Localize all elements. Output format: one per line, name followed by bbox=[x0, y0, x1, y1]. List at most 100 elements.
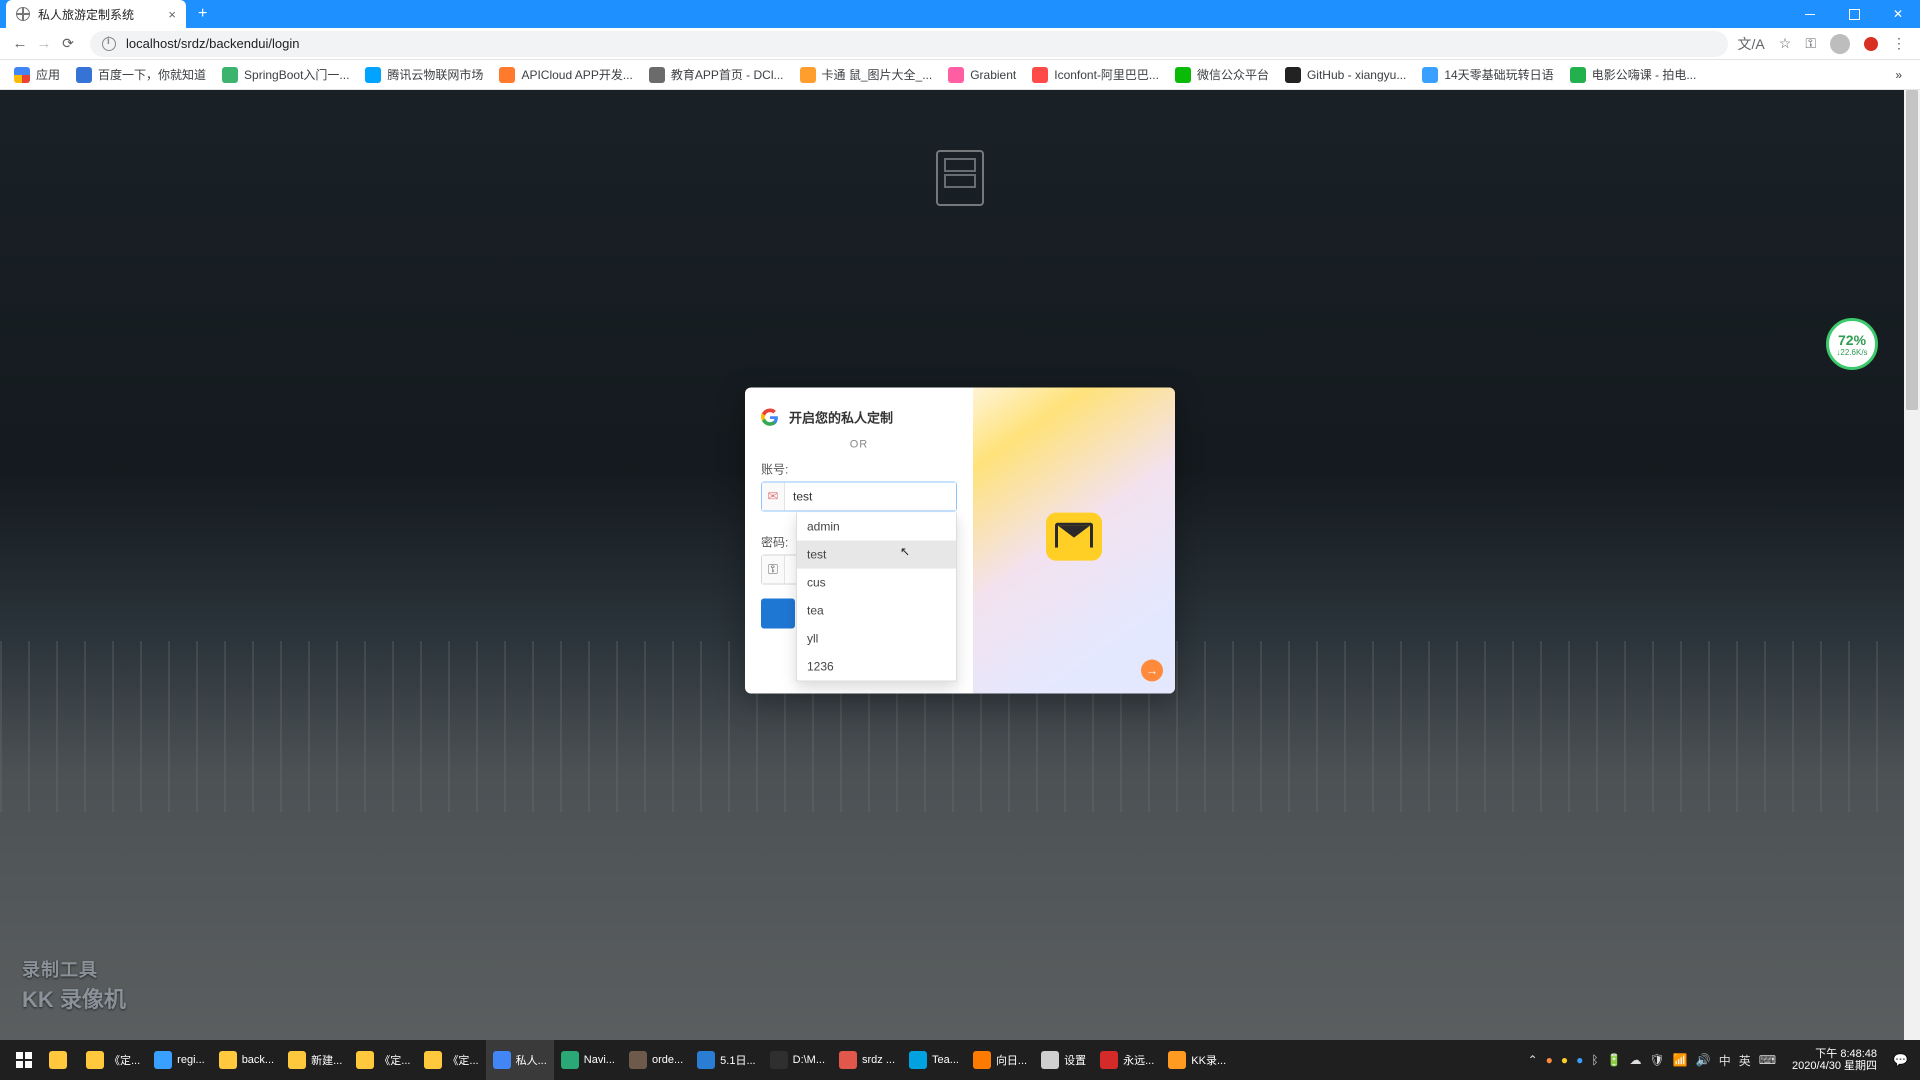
bookmark-label: 腾讯云物联网市场 bbox=[387, 66, 483, 83]
onedrive-icon[interactable]: ☁ bbox=[1630, 1053, 1642, 1067]
window-titlebar: 私人旅游定制系统 × + ✕ bbox=[0, 0, 1920, 28]
login-button[interactable] bbox=[761, 599, 795, 629]
autocomplete-option[interactable]: yll bbox=[797, 625, 956, 653]
url-field[interactable]: localhost/srdz/backendui/login bbox=[90, 31, 1728, 57]
password-key-icon[interactable]: ⚿ bbox=[1805, 35, 1816, 52]
taskbar-app-icon bbox=[1041, 1051, 1059, 1069]
taskbar-app-icon bbox=[839, 1051, 857, 1069]
taskbar-app-icon bbox=[49, 1051, 67, 1069]
taskbar-item[interactable]: 向日... bbox=[966, 1040, 1034, 1080]
bookmark-favicon bbox=[800, 67, 816, 83]
taskbar-app-icon bbox=[219, 1051, 237, 1069]
keyboard-icon[interactable]: ⌨ bbox=[1759, 1053, 1776, 1067]
taskbar-item[interactable] bbox=[42, 1040, 79, 1080]
ime-mode-icon[interactable]: 英 bbox=[1739, 1052, 1751, 1069]
bookmark-item[interactable]: GitHub - xiangyu... bbox=[1279, 66, 1412, 83]
autocomplete-option[interactable]: admin bbox=[797, 513, 956, 541]
taskbar-app-label: 《定... bbox=[447, 1052, 478, 1068]
brand-text: 开启您的私人定制 bbox=[789, 408, 893, 427]
taskbar-item[interactable]: 永远... bbox=[1093, 1040, 1161, 1080]
taskbar-app-label: srdz ... bbox=[862, 1054, 895, 1066]
maximize-button[interactable] bbox=[1832, 0, 1876, 28]
volume-icon[interactable]: 🔊 bbox=[1696, 1053, 1711, 1067]
start-button[interactable] bbox=[6, 1052, 42, 1068]
extension-icon[interactable] bbox=[1864, 37, 1878, 51]
bookmark-item[interactable]: 腾讯云物联网市场 bbox=[359, 66, 489, 83]
account-label: 账号: bbox=[761, 461, 957, 478]
bookmark-item[interactable]: 卡通 鼠_图片大全_... bbox=[794, 66, 939, 83]
watermark-line1: 录制工具 bbox=[22, 956, 126, 982]
taskbar-item[interactable]: 新建... bbox=[281, 1040, 349, 1080]
chrome-menu-icon[interactable]: ⋮ bbox=[1892, 35, 1906, 52]
taskbar-item[interactable]: KK录... bbox=[1161, 1040, 1233, 1080]
tray-icon[interactable]: ● bbox=[1561, 1053, 1568, 1067]
bookmark-item[interactable]: Grabient bbox=[942, 66, 1022, 83]
bookmark-item[interactable]: SpringBoot入门一... bbox=[216, 66, 355, 83]
tray-icon[interactable]: ⌃ bbox=[1528, 1053, 1538, 1067]
reload-button[interactable]: ⟳ bbox=[56, 35, 80, 52]
bookmark-item[interactable]: 微信公众平台 bbox=[1169, 66, 1275, 83]
taskbar-item[interactable]: 5.1日... bbox=[690, 1040, 762, 1080]
notifications-icon[interactable]: 💬 bbox=[1893, 1053, 1908, 1067]
taskbar-item[interactable]: regi... bbox=[147, 1040, 212, 1080]
bookmarks-overflow-icon[interactable]: » bbox=[1895, 68, 1912, 82]
taskbar-item[interactable]: srdz ... bbox=[832, 1040, 902, 1080]
autocomplete-option[interactable]: tea bbox=[797, 597, 956, 625]
recorder-watermark: 录制工具 KK 录像机 bbox=[22, 956, 126, 1014]
autocomplete-option[interactable]: cus bbox=[797, 569, 956, 597]
taskbar-app-icon bbox=[154, 1051, 172, 1069]
key-icon: ⚿ bbox=[762, 556, 785, 584]
security-icon[interactable]: 🛡 bbox=[1650, 1053, 1665, 1067]
autocomplete-option[interactable]: test↖ bbox=[797, 541, 956, 569]
translate-icon[interactable]: 文/A bbox=[1738, 34, 1765, 54]
back-button[interactable]: ← bbox=[8, 35, 32, 52]
taskbar-item[interactable]: 《定... bbox=[417, 1040, 485, 1080]
forward-button[interactable]: → bbox=[32, 35, 56, 52]
taskbar-item[interactable]: Navi... bbox=[554, 1040, 622, 1080]
bookmark-item[interactable]: 百度一下，你就知道 bbox=[70, 66, 212, 83]
brand-row: 开启您的私人定制 bbox=[761, 408, 957, 427]
taskbar-item[interactable]: 《定... bbox=[349, 1040, 417, 1080]
battery-icon[interactable]: 🔋 bbox=[1607, 1053, 1622, 1067]
page-viewport: 72% ↓22.6K/s 录制工具 KK 录像机 开启您的私人定制 OR 账号:… bbox=[0, 90, 1920, 1040]
site-info-icon[interactable] bbox=[102, 37, 116, 51]
taskbar-item[interactable]: back... bbox=[212, 1040, 281, 1080]
proceed-button[interactable]: → bbox=[1141, 660, 1163, 682]
close-window-button[interactable]: ✕ bbox=[1876, 0, 1920, 28]
apps-shortcut[interactable]: 应用 bbox=[8, 66, 66, 83]
tray-icon[interactable]: ● bbox=[1576, 1053, 1583, 1067]
account-input-wrap: ✉ admintest↖custeayll1236 bbox=[761, 482, 957, 512]
bookmark-item[interactable]: 教育APP首页 - DCl... bbox=[643, 66, 790, 83]
ime-icon[interactable]: 中 bbox=[1719, 1052, 1731, 1069]
taskbar-item[interactable]: orde... bbox=[622, 1040, 690, 1080]
taskbar-item[interactable]: 《定... bbox=[79, 1040, 147, 1080]
autocomplete-option[interactable]: 1236 bbox=[797, 653, 956, 681]
apps-label: 应用 bbox=[36, 66, 60, 83]
bluetooth-icon[interactable]: ᛒ bbox=[1591, 1053, 1598, 1067]
new-tab-button[interactable]: + bbox=[198, 5, 207, 23]
wifi-icon[interactable]: 📶 bbox=[1673, 1053, 1688, 1067]
account-input[interactable] bbox=[785, 483, 956, 511]
tray-icon[interactable]: ● bbox=[1546, 1053, 1553, 1067]
performance-badge[interactable]: 72% ↓22.6K/s bbox=[1826, 318, 1878, 370]
bookmark-item[interactable]: 电影公嗨课 - 拍电... bbox=[1564, 66, 1703, 83]
taskbar-app-label: 新建... bbox=[311, 1052, 342, 1068]
google-icon bbox=[761, 408, 779, 426]
or-divider: OR bbox=[761, 439, 957, 451]
bookmark-label: Grabient bbox=[970, 68, 1016, 82]
vertical-scrollbar[interactable] bbox=[1904, 90, 1920, 1040]
browser-tab[interactable]: 私人旅游定制系统 × bbox=[6, 0, 186, 28]
bookmark-item[interactable]: Iconfont-阿里巴巴... bbox=[1026, 66, 1165, 83]
minimize-button[interactable] bbox=[1788, 0, 1832, 28]
bookmark-star-icon[interactable]: ☆ bbox=[1779, 35, 1792, 52]
taskbar-clock[interactable]: 下午 8:48:48 2020/4/30 星期四 bbox=[1784, 1048, 1885, 1072]
taskbar-item[interactable]: 设置 bbox=[1034, 1040, 1093, 1080]
taskbar-item[interactable]: D:\M... bbox=[763, 1040, 832, 1080]
taskbar-item[interactable]: 私人... bbox=[486, 1040, 554, 1080]
profile-avatar-icon[interactable] bbox=[1830, 34, 1850, 54]
taskbar-item[interactable]: Tea... bbox=[902, 1040, 966, 1080]
bookmark-item[interactable]: 14天零基础玩转日语 bbox=[1416, 66, 1559, 83]
tab-close-icon[interactable]: × bbox=[168, 7, 176, 22]
bookmark-item[interactable]: APICloud APP开发... bbox=[493, 66, 638, 83]
scrollbar-thumb[interactable] bbox=[1906, 90, 1918, 410]
